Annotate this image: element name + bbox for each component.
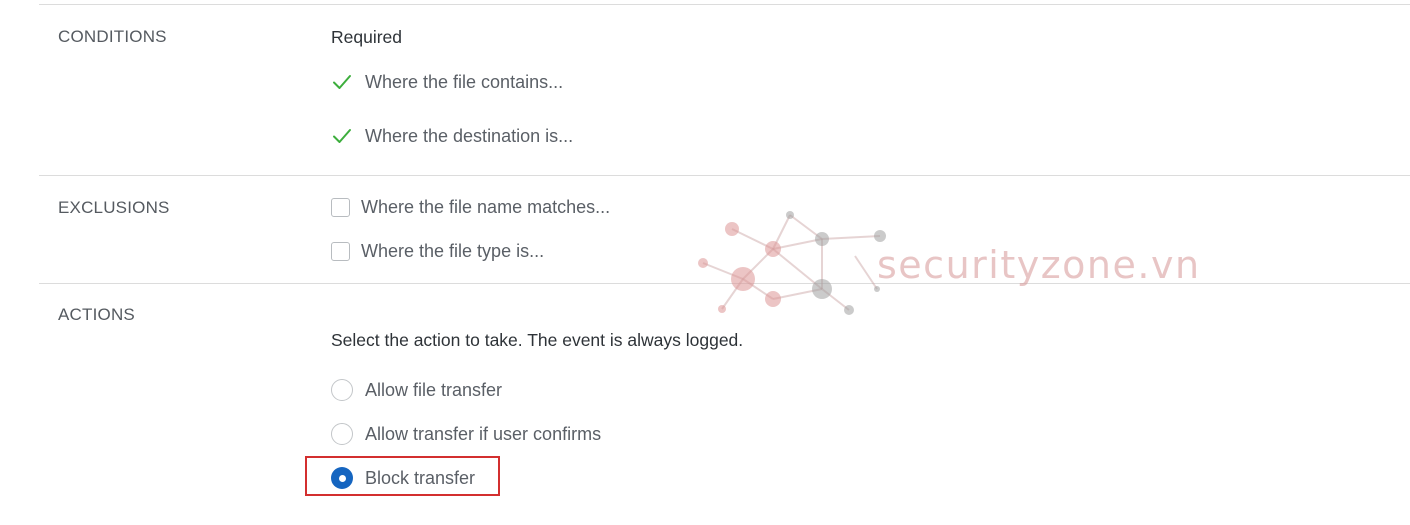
condition-item-destination: Where the destination is... bbox=[331, 125, 573, 147]
radio-button[interactable] bbox=[331, 379, 353, 401]
conditions-section-label: CONDITIONS bbox=[58, 27, 167, 46]
action-option-allow-if-confirms[interactable]: Allow transfer if user confirms bbox=[331, 423, 601, 445]
exclusion-checkbox[interactable] bbox=[331, 242, 350, 261]
action-option-allow[interactable]: Allow file transfer bbox=[331, 379, 502, 401]
action-option-label[interactable]: Allow file transfer bbox=[365, 380, 502, 401]
radio-button[interactable] bbox=[331, 423, 353, 445]
action-option-label[interactable]: Allow transfer if user confirms bbox=[365, 424, 601, 445]
exclusion-checkbox[interactable] bbox=[331, 198, 350, 217]
conditions-divider bbox=[39, 175, 1410, 176]
exclusion-file-name-matches[interactable]: Where the file name matches... bbox=[331, 197, 610, 218]
exclusion-item-label[interactable]: Where the file type is... bbox=[361, 241, 544, 262]
actions-description: Select the action to take. The event is … bbox=[331, 330, 744, 350]
network-graph-logo-icon bbox=[698, 211, 886, 315]
actions-section-label: ACTIONS bbox=[58, 305, 135, 324]
exclusion-item-label[interactable]: Where the file name matches... bbox=[361, 197, 610, 218]
exclusion-file-type[interactable]: Where the file type is... bbox=[331, 241, 544, 262]
top-divider bbox=[39, 4, 1410, 5]
highlight-annotation-box bbox=[305, 456, 500, 496]
condition-item-label: Where the destination is... bbox=[365, 125, 574, 146]
watermark-text: securityzone.vn bbox=[877, 243, 1201, 287]
exclusions-divider bbox=[39, 283, 1410, 284]
conditions-required-label: Required bbox=[331, 27, 403, 47]
check-icon bbox=[333, 75, 351, 89]
check-icon bbox=[333, 129, 351, 143]
condition-item-file-contains: Where the file contains... bbox=[331, 71, 563, 93]
exclusions-section-label: EXCLUSIONS bbox=[58, 198, 170, 217]
condition-item-label: Where the file contains... bbox=[365, 71, 564, 92]
